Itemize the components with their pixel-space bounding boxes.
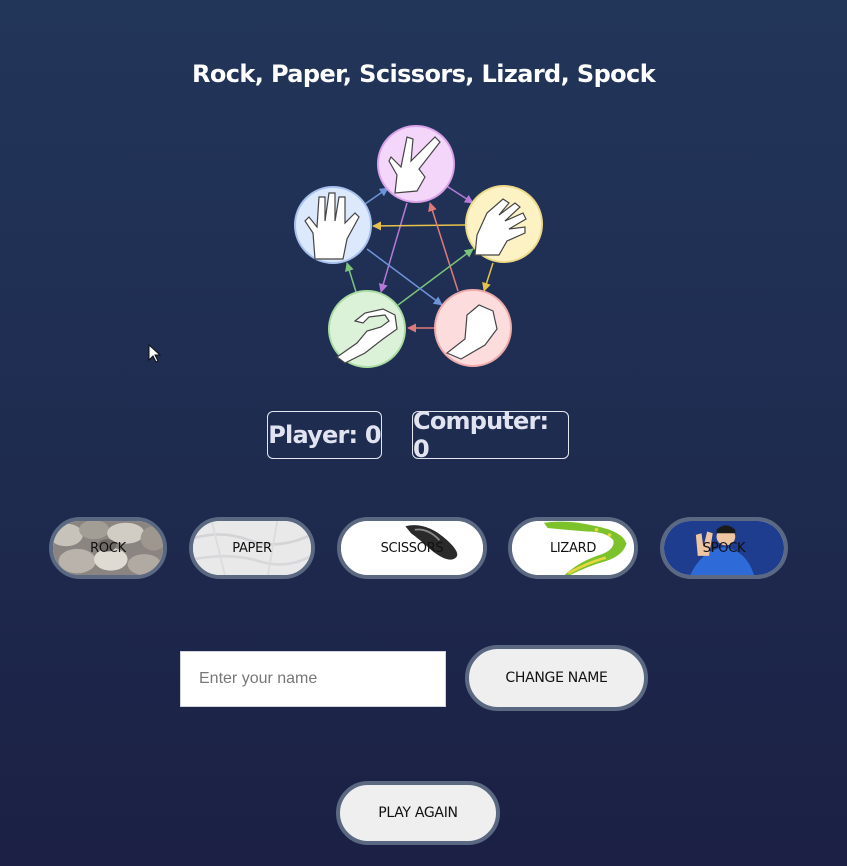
arrow-spock-scissors (364, 187, 389, 205)
computer-score: Computer: 0 (412, 407, 569, 463)
spock-button[interactable]: SPOCK (660, 517, 788, 579)
lizard-node (328, 290, 406, 368)
page-title: Rock, Paper, Scissors, Lizard, Spock (191, 60, 656, 88)
choice-label: PAPER (232, 540, 272, 556)
arrow-scissors-paper (444, 184, 474, 204)
name-input[interactable] (180, 651, 446, 707)
choice-label: ROCK (90, 540, 126, 556)
arrow-scissors-lizard (378, 202, 408, 293)
player-score: Player: 0 (267, 411, 382, 459)
change-name-button[interactable]: CHANGE NAME (465, 645, 648, 711)
play-again-button[interactable]: PLAY AGAIN (336, 781, 500, 845)
paper-node (465, 185, 543, 263)
arrow-paper-rock (482, 262, 494, 292)
rock-node (434, 289, 512, 367)
arrow-paper-spock (372, 221, 466, 231)
arrow-lizard-spock (345, 262, 357, 293)
lizard-button[interactable]: LIZARD (508, 517, 638, 579)
mouse-cursor-icon (148, 344, 162, 363)
rules-diagram (294, 125, 543, 368)
paper-button[interactable]: PAPER (189, 517, 315, 579)
spock-node (294, 186, 372, 264)
rock-button[interactable]: ROCK (49, 517, 167, 579)
choice-label: SCISSORS (380, 540, 444, 556)
scissors-button[interactable]: SCISSORS (337, 517, 487, 579)
choice-label: LIZARD (549, 540, 597, 556)
scissors-node (377, 125, 455, 203)
choice-label: SPOCK (702, 540, 746, 556)
